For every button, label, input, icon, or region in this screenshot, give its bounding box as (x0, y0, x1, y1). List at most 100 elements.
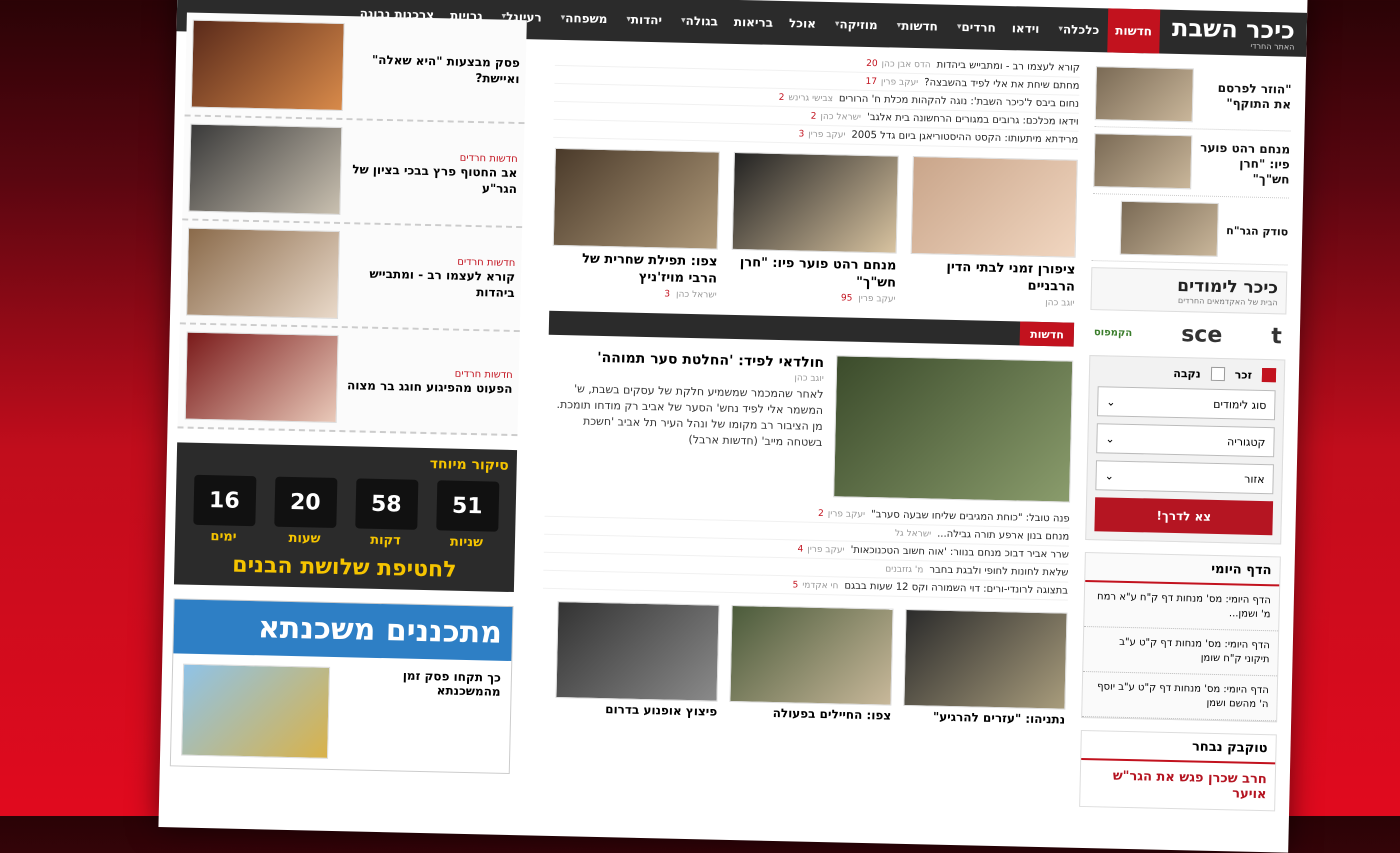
section-label[interactable]: חדשות (1019, 321, 1075, 347)
headline-author: יעקב פרין (827, 509, 866, 520)
story-card-title[interactable]: ציפורן זמני לבתי הדין הרבניים (910, 258, 1076, 296)
side-story-title[interactable]: מנחם רהט פוער פיו: "חרן חש"ך" (1199, 140, 1290, 187)
chevron-down-icon: ▾ (896, 20, 902, 31)
region-select[interactable]: אזור ⌄ (1095, 460, 1274, 495)
lead-story-text: לאחר שהמכמר שמשמיע חלקת של עסקים בשבת, ש… (556, 382, 824, 450)
story-card-image[interactable] (731, 151, 899, 254)
headline-text[interactable]: שרר אביר דבוכ מנחם בנוור: 'אוה חשוב הטכנ… (850, 545, 1069, 561)
comment-count: 95 (840, 293, 853, 304)
left-story-image[interactable] (190, 19, 345, 112)
side-story-image[interactable] (1119, 200, 1219, 257)
story-card[interactable]: ציפורן זמני לבתי הדין הרבניים יוגב כהן (909, 155, 1078, 309)
submit-search-button[interactable]: צא לדרך! (1094, 497, 1274, 536)
side-story-image[interactable] (1094, 66, 1194, 123)
partner-logo-t[interactable]: t (1271, 324, 1282, 349)
study-search-form: זכר נקבה סוג לימודים ⌄ קטגוריה ⌄ אזור ⌄ … (1085, 355, 1286, 545)
bottom-story-image[interactable] (903, 608, 1068, 710)
daily-page-item[interactable]: הדף היומי: מס' מנחות דף ק"ט ע"ב יוסף ה' … (1082, 671, 1278, 722)
headline-text[interactable]: מרידתא מיתעותו: הקסט ההיסטוריאגן ביום גד… (851, 130, 1078, 146)
headline-text[interactable]: פנה טובל: "כוחת המגיבים שליחו שבעה סערב" (871, 509, 1070, 525)
male-checkbox[interactable] (1261, 367, 1277, 383)
talkback-text[interactable]: חרב שכרן פגש את הגר"ש אויער (1080, 760, 1275, 810)
countdown-widget: סיקור מיוחד 51 שניות 58 דקות 20 שעות 16 ימים לח… (173, 442, 518, 593)
right-column: "הוזר לפרסם את התוקף" מנחם רהט פוער פיו: … (1079, 60, 1293, 812)
story-card-author: יעקב פרין (858, 293, 896, 305)
nav-item[interactable]: מוזיקה ▾ (823, 2, 886, 47)
left-story[interactable]: חדשות חרדים קורא לעצמו רב - ומתבייש ביהדו… (179, 220, 523, 333)
kikar-limudim-banner[interactable]: כיכר לימודים הבית של האקדמאים החרדים (1090, 267, 1288, 315)
category-select[interactable]: קטגוריה ⌄ (1096, 423, 1275, 458)
nav-item[interactable]: חדשות ▾ (885, 3, 946, 48)
partner-logo-sce[interactable]: sce (1181, 322, 1223, 348)
lead-story[interactable]: חולדאי לפיד: 'החלטת סער תמוהה' יוגב כהן … (545, 349, 1074, 503)
left-story-image[interactable] (188, 123, 343, 216)
headline-text[interactable]: מנחם בנון ארפע תורה גבילה... (937, 529, 1069, 543)
countdown-number: 20 (273, 476, 337, 528)
nav-item-label: אוכל (788, 16, 817, 31)
side-story-title[interactable]: סודק הגר"ח (1226, 223, 1288, 239)
left-story[interactable]: חדשות חרדים אב החטוף פרץ בבכי בציון של הג… (182, 116, 525, 229)
side-story[interactable]: סודק הגר"ח (1091, 194, 1289, 266)
left-story[interactable]: פסק מבצעות "היא שאלה" ואיישת? (184, 12, 527, 125)
lead-story-image[interactable] (833, 355, 1074, 503)
female-checkbox[interactable] (1210, 366, 1225, 382)
countdown-cell: 20 שעות (273, 476, 337, 547)
story-card-image[interactable] (552, 147, 720, 250)
chevron-down-icon: ▾ (956, 21, 962, 33)
bottom-story[interactable]: פיצוץ אופנוע בדרום (555, 601, 720, 719)
headline-author: ישראל כהן (820, 111, 862, 123)
story-card[interactable]: צפו: תפילת שחרית של הרבי מויז'ניץ ישראל כ… (552, 147, 720, 301)
left-story-title[interactable]: אב החטוף פרץ בבכי בציון של הגר"ע (351, 161, 518, 197)
bottom-story[interactable]: צפו: החיילים בפעולה (729, 604, 894, 723)
side-story[interactable]: "הוזר לפרסם את התוקף" (1094, 60, 1293, 132)
side-story-title[interactable]: "הוזר לפרסם את התוקף" (1201, 81, 1292, 113)
daily-page-item[interactable]: הדף היומי: מס' מנחות דף ק"ח ע"א רמח מ' ו… (1084, 582, 1280, 632)
site-logo[interactable]: כיכר השבת האתר החרדי (1159, 10, 1307, 57)
partner-logo-campus[interactable]: הקמפוס (1094, 327, 1133, 339)
headline-text[interactable]: קורא לעצמו רב - ומתבייש ביהדות (937, 60, 1080, 74)
story-card[interactable]: מנחם רהט פוער פיו: "חרן חש"ך" יעקב פרין 95 (731, 151, 899, 305)
nav-item[interactable]: בגולה ▾ (670, 0, 727, 44)
bottom-story-title[interactable]: פיצוץ אופנוע בדרום (555, 701, 717, 719)
left-story[interactable]: חדשות חרדים הפעוט מהפיגוע חוגג בר מצוה (177, 324, 520, 437)
bottom-story[interactable]: נתניהו: "עזרים להרגיע" (903, 608, 1068, 727)
nav-item[interactable]: אוכל (780, 1, 824, 46)
nav-item[interactable]: וידאו (1003, 6, 1048, 51)
bottom-story-image[interactable] (729, 604, 894, 706)
bottom-story-image[interactable] (555, 601, 720, 702)
daily-page-item[interactable]: הדף היומי: מס' מנחות דף ק"ט ע"ב תיקוני ק… (1083, 627, 1279, 677)
headline-author: יעקב פרין (807, 544, 845, 556)
mortgage-ad-title: מתכננים משכנתא (173, 599, 513, 662)
nav-item[interactable]: כלכלה ▾ (1047, 7, 1108, 52)
nav-item[interactable]: יהדות ▾ (615, 0, 671, 42)
nav-item[interactable]: חרדים ▾ (945, 5, 1004, 50)
lead-story-title[interactable]: חולדאי לפיד: 'החלטת סער תמוהה' (548, 349, 824, 371)
left-story-title[interactable]: פסק מבצעות "היא שאלה" ואיישת? (353, 51, 520, 87)
left-story-title[interactable]: הפעוט מהפיגוע חוגג בר מצוה (347, 377, 513, 397)
story-card-title[interactable]: צפו: תפילת שחרית של הרבי מויז'ניץ (552, 250, 718, 288)
bottom-story-title[interactable]: צפו: החיילים בפעולה (729, 705, 891, 723)
story-card-title[interactable]: מנחם רהט פוער פיו: "חרן חש"ך" (731, 254, 897, 292)
logo-subtext: האתר החרדי (1250, 41, 1295, 52)
nav-item[interactable]: בריאות (725, 0, 781, 45)
left-story-text: פסק מבצעות "היא שאלה" ואיישת? (353, 51, 520, 87)
bottom-story-title[interactable]: נתניהו: "עזרים להרגיע" (903, 709, 1065, 727)
side-story-image[interactable] (1093, 133, 1193, 190)
headline-text[interactable]: נחום ביבס ל'כיכר השבת': נוגה להקהות מכלת… (839, 93, 1079, 109)
mortgage-ad[interactable]: מתכננים משכנתא כך תקחו פסק זמן מהמשכנתא (169, 598, 514, 775)
headline-author: יעקב פרין (880, 77, 919, 89)
headline-text[interactable]: בתצוגה לרונדי-ורים: דוי השמורה וקס 12 שע… (844, 581, 1068, 597)
side-story[interactable]: מנחם רהט פוער פיו: "חרן חש"ך" (1093, 127, 1291, 199)
left-story-title[interactable]: קורא לעצמו רב - ומתבייש ביהדות (349, 265, 516, 301)
headline-text[interactable]: וידאו מכלכם: גרובים במגורים הרחשונה בית … (867, 112, 1079, 128)
nav-item[interactable]: חדשות (1106, 8, 1161, 54)
chevron-down-icon: ▾ (560, 12, 566, 24)
story-card-image[interactable] (910, 155, 1078, 258)
study-type-select[interactable]: סוג לימודים ⌄ (1097, 386, 1276, 421)
left-story-image[interactable] (184, 331, 339, 423)
nav-item-label: חרדים (961, 20, 996, 35)
nav-item[interactable]: משפחה ▾ (549, 0, 616, 41)
left-story-image[interactable] (186, 227, 341, 319)
headline-text[interactable]: מחתם שיחת את אלי לפיד בהשבצה? (924, 77, 1080, 92)
headline-text[interactable]: שלאת לחונות לחופי ולבגת בחבר (929, 564, 1068, 578)
